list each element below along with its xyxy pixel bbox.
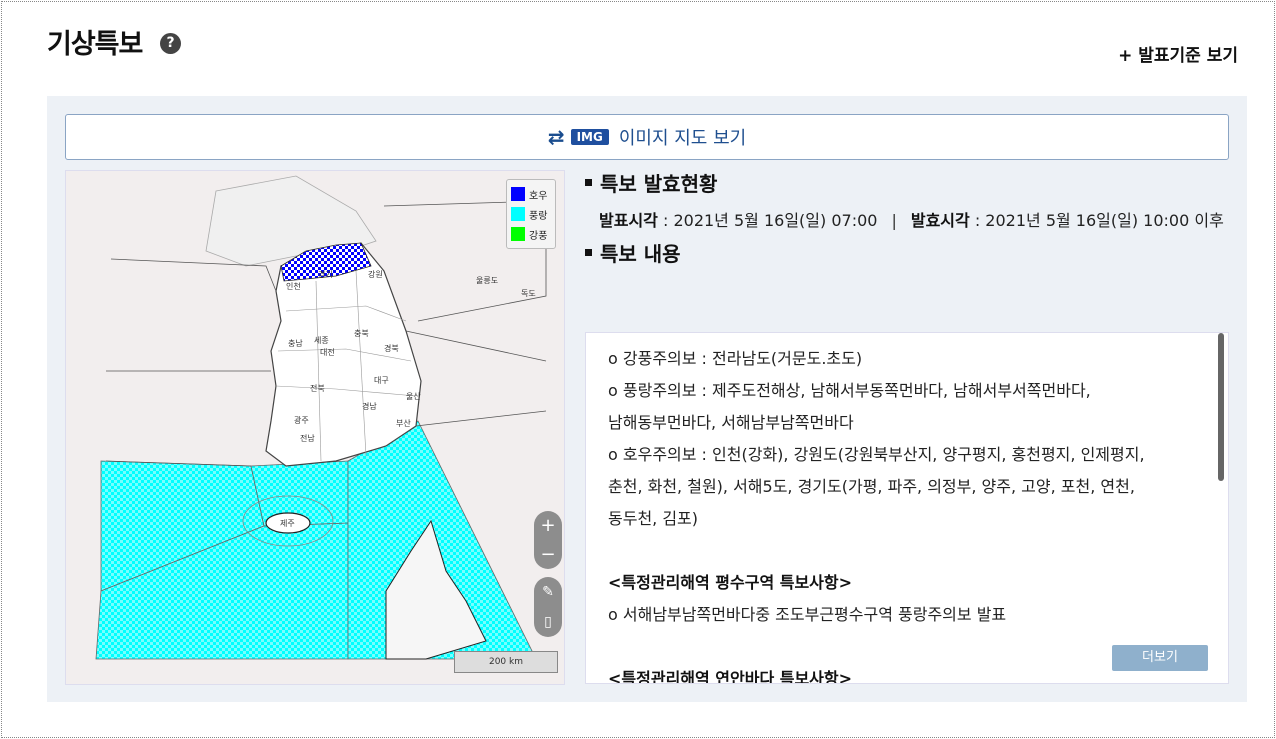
criteria-link[interactable]: + 발표기준 보기 [1118,41,1238,66]
img-badge: IMG [570,129,609,145]
map-icon[interactable]: ▯ [534,607,562,637]
status-heading: 특보 발효현황 [585,168,1235,197]
effective-time-label: 발효시각 [910,211,970,230]
effective-time-value: : 2021년 5월 16일(일) 10:00 이후 [969,211,1224,230]
content-line: o 풍랑주의보 : 제주도전해상, 남해서부동쪽먼바다, 남해서부서쪽먼바다, [608,381,1091,400]
place-label: 제주 [280,519,295,528]
content-line: o 강풍주의보 : 전라남도(거문도.초도) [608,349,863,368]
warning-map[interactable]: 강원 울릉도 독도 경기 인천 충남 세종 대전 충북 경북 전북 대구 울산 … [65,170,565,685]
place-label: 대구 [374,376,389,385]
map-tools: ✎ ▯ [534,577,562,637]
place-label: 경기 [318,269,333,279]
place-label: 울산 [406,391,421,401]
content-line [608,535,1206,567]
place-label: 강원 [368,269,383,279]
scrollbar[interactable] [1218,333,1224,481]
place-label: 전북 [310,383,325,393]
legend-item: 강풍 [511,224,551,244]
place-label: 울릉도 [476,276,498,285]
content-line: <특정관리해역 평수구역 특보사항> [608,573,853,592]
place-label: 인천 [286,281,301,291]
warning-content-text: o 강풍주의보 : 전라남도(거문도.초도) o 풍랑주의보 : 제주도전해상,… [586,333,1228,683]
place-label: 세종 [314,336,329,345]
place-label: 광주 [294,415,309,425]
bullet-icon [585,179,592,186]
zoom-control: + − [534,511,562,569]
scale-bar: 200 km [454,651,558,673]
content-line: 남해동부먼바다, 서해남부남쪽먼바다 [608,413,854,432]
image-map-toggle-label: 이미지 지도 보기 [618,128,747,149]
zoom-in-button[interactable]: + [534,511,562,540]
warning-status: 특보 발효현황 발표시각 : 2021년 5월 16일(일) 07:00 | 발효시… [585,168,1235,267]
place-label: 충북 [354,329,369,338]
bullet-icon [585,249,592,256]
content-line: o 호우주의보 : 인천(강화), 강원도(강원북부산지, 양구평지, 홍천평지… [608,445,1145,464]
content-line: 동두천, 김포) [608,509,699,528]
place-label: 대전 [320,347,335,357]
place-label: 경남 [362,401,377,411]
place-label: 충남 [288,339,303,348]
legend-item: 호우 [511,184,551,204]
legend-label: 강풍 [529,230,548,242]
map-legend: 호우 풍랑 강풍 [506,179,556,249]
time-separator: | [891,211,897,230]
more-button[interactable]: 더보기 [1112,645,1208,671]
place-label: 전남 [300,433,315,443]
image-map-toggle-button[interactable]: ⇄ IMG 이미지 지도 보기 [65,114,1229,160]
zoom-out-button[interactable]: − [534,540,562,569]
status-times: 발표시각 : 2021년 5월 16일(일) 07:00 | 발효시각 : 2021… [599,207,1235,234]
legend-swatch [511,207,525,221]
page-title: 기상특보 [47,29,143,60]
issue-time-label: 발표시각 [599,211,658,230]
legend-label: 풍랑 [529,210,548,222]
legend-swatch [511,187,525,201]
content-line: 춘천, 화천, 철원), 서해5도, 경기도(가평, 파주, 의정부, 양주, … [608,477,1135,496]
swap-icon: ⇄ [547,125,565,149]
content-heading: 특보 내용 [585,238,1235,267]
warning-content-box[interactable]: o 강풍주의보 : 전라남도(거문도.초도) o 풍랑주의보 : 제주도전해상,… [585,332,1229,684]
help-icon[interactable]: ? [160,33,181,54]
issue-time-value: : 2021년 5월 16일(일) 07:00 [657,211,878,230]
legend-label: 호우 [529,190,548,202]
place-label: 경북 [384,343,399,353]
place-label: 부산 [396,418,411,428]
warning-panel: ⇄ IMG 이미지 지도 보기 강원 울릉도 독도 경기 인천 충남 세종 대전… [47,96,1247,702]
legend-item: 풍랑 [511,204,551,224]
content-line: o 서해남부남쪽먼바다중 조도부근평수구역 풍랑주의보 발표 [608,605,1007,624]
map-canvas: 강원 울릉도 독도 경기 인천 충남 세종 대전 충북 경북 전북 대구 울산 … [66,171,564,684]
place-label: 독도 [521,289,536,298]
legend-swatch [511,227,525,241]
ruler-icon[interactable]: ✎ [534,577,562,607]
